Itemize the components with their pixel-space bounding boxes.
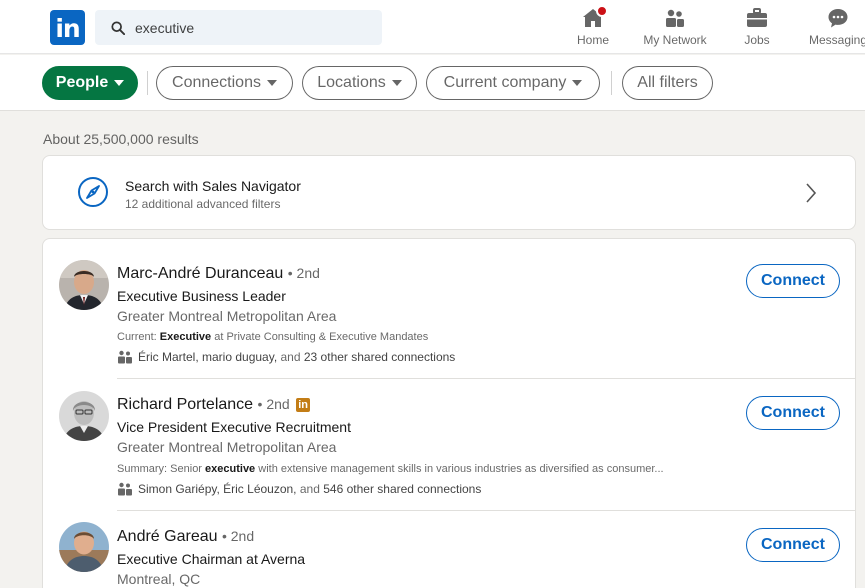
linkedin-logo[interactable]: in	[50, 10, 85, 45]
connection-degree: • 2nd	[287, 265, 320, 281]
filter-divider	[611, 71, 612, 95]
premium-badge-icon: in	[296, 398, 311, 412]
person-name[interactable]: Marc-André Duranceau • 2nd	[117, 265, 320, 283]
people-icon	[118, 482, 132, 496]
shared-names: Éric Martel, mario duguay,	[138, 350, 278, 364]
person-headline: Executive Chairman at Averna	[117, 551, 306, 567]
connect-button[interactable]: Connect	[746, 528, 840, 562]
shared-count: 23 other shared connections	[303, 350, 456, 364]
nav-jobs-label: Jobs	[744, 33, 770, 47]
avatar[interactable]	[59, 260, 109, 310]
nav-home[interactable]: Home	[574, 4, 612, 50]
caret-down-icon	[114, 80, 125, 86]
shared-conjunction: and	[277, 350, 304, 364]
person-name-text[interactable]: Richard Portelance	[117, 396, 253, 413]
sales-navigator-subtitle: 12 additional advanced filters	[125, 197, 281, 211]
snippet-prefix: Current:	[117, 331, 160, 343]
filter-locations-label: Locations	[317, 74, 386, 91]
snippet-suffix: at Private Consulting & Executive Mandat…	[211, 331, 429, 343]
nav-jobs[interactable]: Jobs	[739, 4, 775, 50]
caret-down-icon	[391, 80, 402, 86]
people-results-list: Marc-André Duranceau • 2nd Executive Bus…	[42, 238, 856, 588]
snippet-prefix: Summary: Senior	[117, 463, 206, 475]
global-nav: in Home My Network	[0, 0, 865, 54]
person-snippet: Current: Executive at Private Consulting…	[117, 331, 428, 343]
snippet-suffix: with extensive management skills in vari…	[255, 463, 664, 475]
filter-people-button[interactable]: People	[42, 66, 138, 100]
filter-connections-label: Connections	[172, 74, 261, 91]
sales-navigator-card[interactable]: Search with Sales Navigator 12 additiona…	[42, 155, 856, 230]
person-name[interactable]: Richard Portelance • 2nd in	[117, 396, 311, 414]
connect-button[interactable]: Connect	[746, 264, 840, 298]
person-name-text[interactable]: Marc-André Duranceau	[117, 265, 283, 282]
avatar[interactable]	[59, 522, 109, 572]
connection-degree: • 2nd	[257, 396, 290, 412]
notification-badge	[596, 5, 608, 17]
search-icon	[111, 21, 125, 35]
nav-messaging[interactable]: Messaging	[806, 4, 865, 50]
shared-conjunction: and	[296, 482, 324, 496]
chevron-right-icon	[806, 183, 817, 203]
avatar[interactable]	[59, 391, 109, 441]
nav-my-network[interactable]: My Network	[637, 4, 713, 50]
person-snippet: Summary: Senior executive with extensive…	[117, 463, 664, 475]
briefcase-icon	[747, 8, 767, 27]
compass-icon	[78, 177, 108, 207]
network-icon	[666, 9, 684, 27]
person-headline: Executive Business Leader	[117, 288, 286, 304]
caret-down-icon	[266, 80, 277, 86]
filter-locations-button[interactable]: Locations	[302, 66, 417, 100]
person-location: Greater Montreal Metropolitan Area	[117, 308, 337, 324]
list-item: Richard Portelance • 2nd in Vice Preside…	[43, 379, 855, 511]
person-location: Montreal, QC	[117, 571, 201, 587]
person-name[interactable]: André Gareau • 2nd	[117, 528, 254, 546]
shared-names: Simon Gariépy, Éric Léouzon,	[138, 482, 297, 496]
people-icon	[118, 350, 132, 364]
filter-current-company-button[interactable]: Current company	[426, 66, 600, 100]
snippet-keyword: Executive	[159, 331, 212, 343]
results-count: About 25,500,000 results	[43, 131, 199, 147]
nav-messaging-label: Messaging	[808, 33, 865, 47]
caret-down-icon	[572, 80, 583, 86]
list-item: André Gareau • 2nd Executive Chairman at…	[43, 511, 855, 588]
person-location: Greater Montreal Metropolitan Area	[117, 439, 337, 455]
search-filter-bar: People Connections Locations Current com…	[0, 55, 865, 111]
nav-my-network-label: My Network	[643, 33, 707, 47]
filter-people-label: People	[55, 74, 109, 91]
all-filters-label: All filters	[637, 74, 698, 91]
search-box[interactable]	[95, 10, 382, 45]
person-name-text[interactable]: André Gareau	[117, 528, 218, 545]
person-headline: Vice President Executive Recruitment	[117, 419, 351, 435]
filter-connections-button[interactable]: Connections	[156, 66, 293, 100]
snippet-keyword: executive	[205, 463, 256, 475]
sales-navigator-title: Search with Sales Navigator	[125, 178, 301, 194]
shared-count: 546 other shared connections	[323, 482, 482, 496]
connect-button[interactable]: Connect	[746, 396, 840, 430]
list-item: Marc-André Duranceau • 2nd Executive Bus…	[43, 239, 855, 379]
filter-current-company-label: Current company	[443, 74, 567, 91]
nav-home-label: Home	[576, 33, 609, 47]
all-filters-button[interactable]: All filters	[622, 66, 713, 100]
filter-divider	[147, 71, 148, 95]
shared-connections[interactable]: Éric Martel, mario duguay, and 23 other …	[117, 350, 455, 364]
connection-degree: • 2nd	[221, 528, 255, 544]
shared-connections[interactable]: Simon Gariépy, Éric Léouzon, and 546 oth…	[117, 482, 481, 496]
messaging-icon	[828, 9, 848, 28]
search-input[interactable]	[135, 10, 375, 45]
